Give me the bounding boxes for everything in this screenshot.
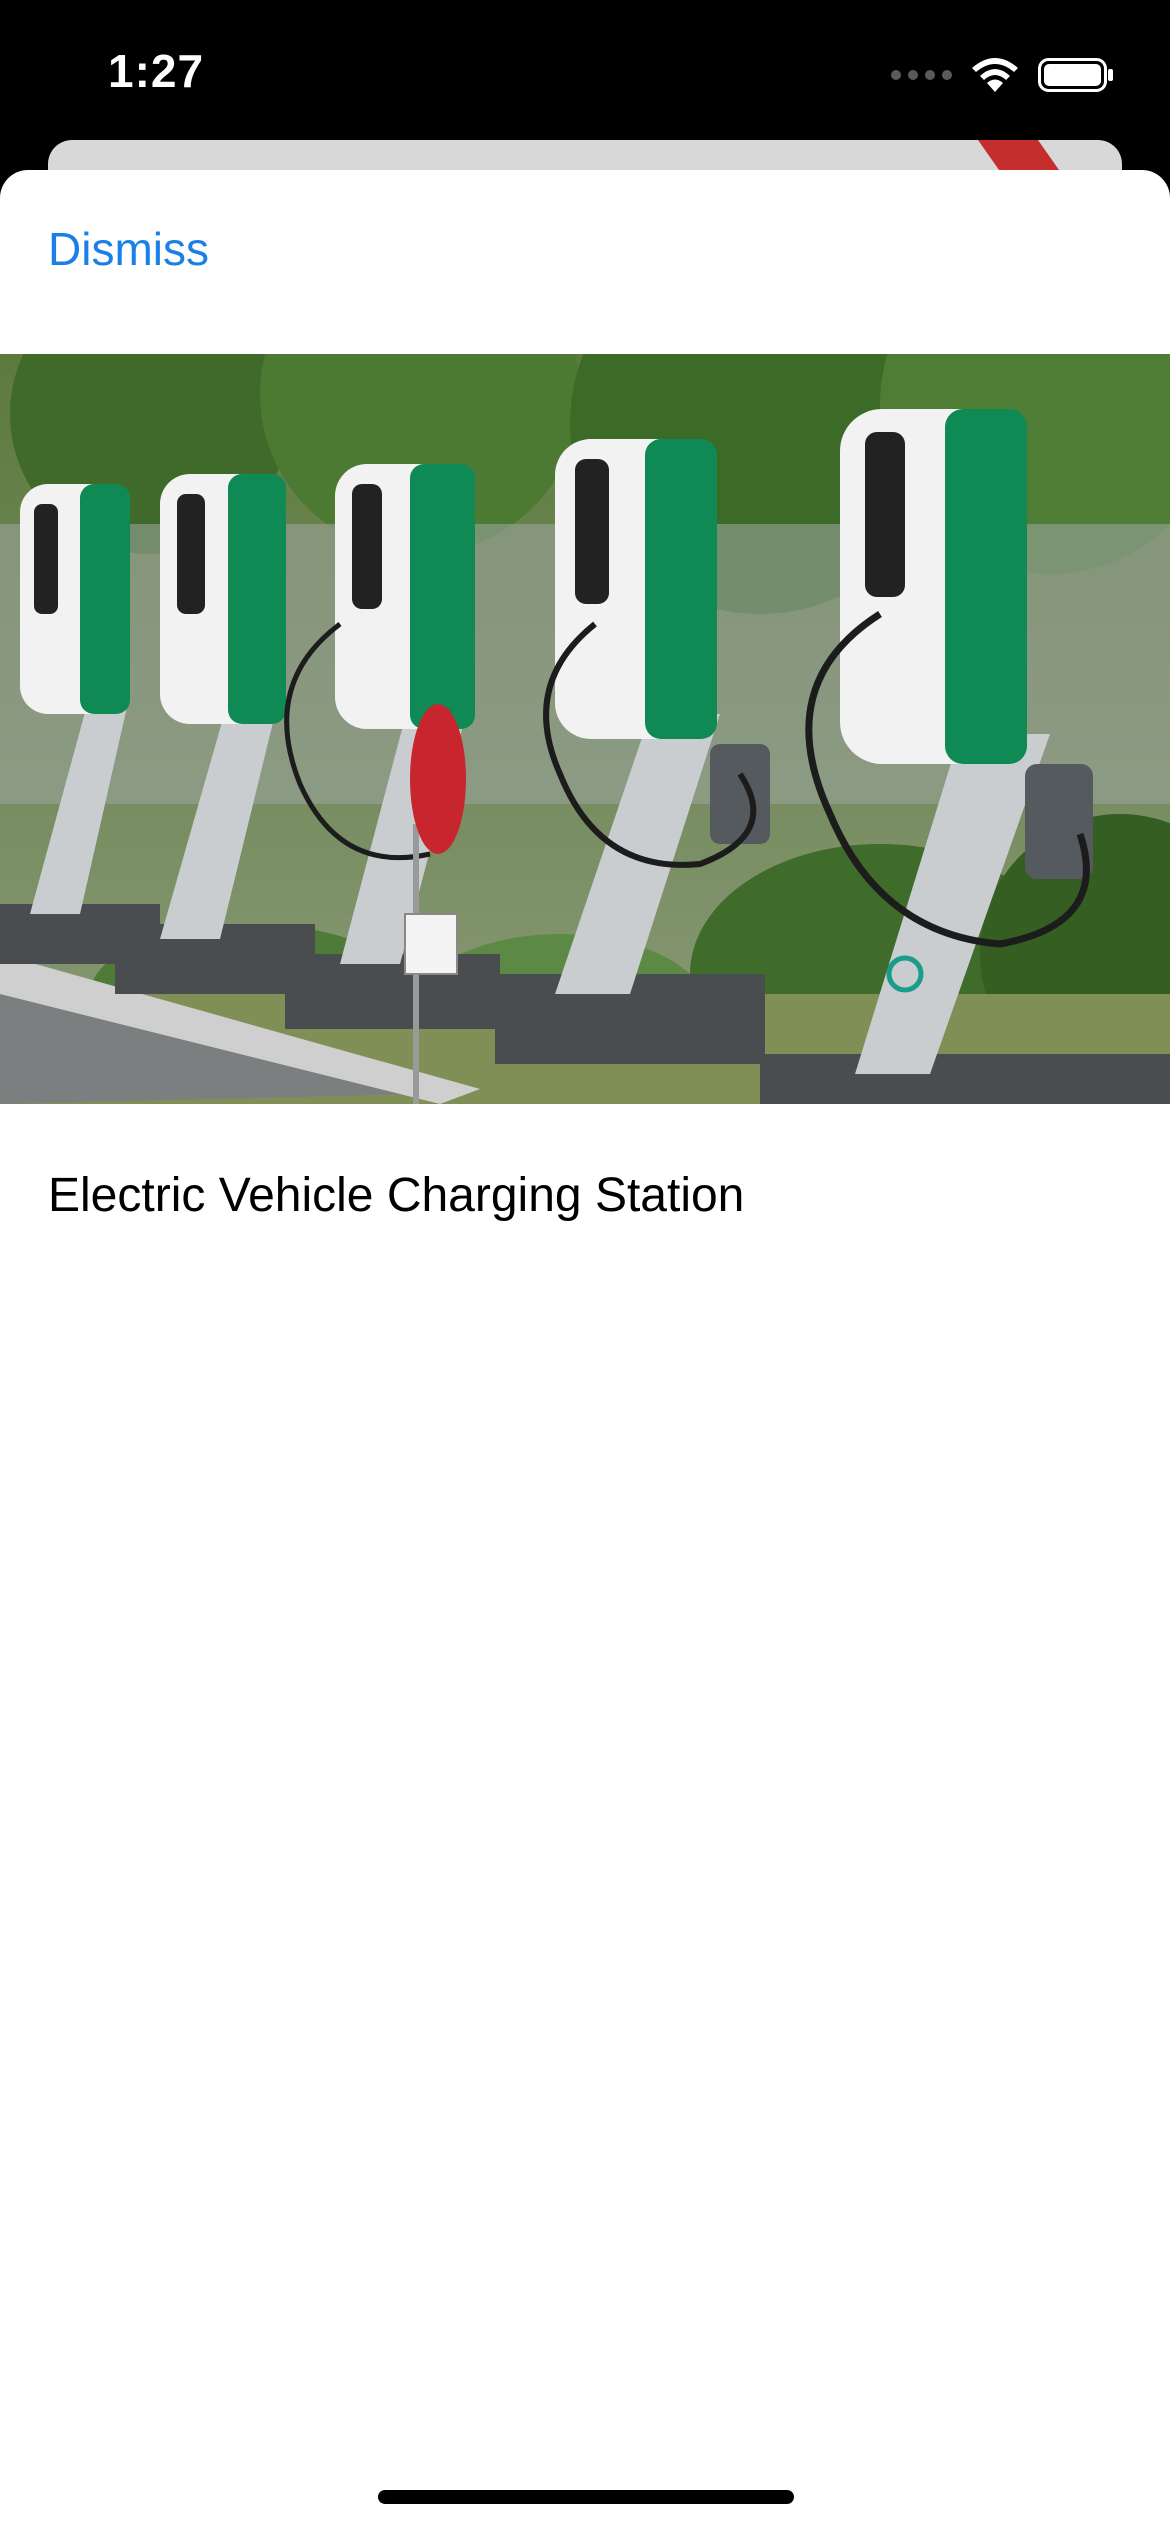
cellular-signal-icon bbox=[891, 70, 952, 80]
dismiss-button[interactable]: Dismiss bbox=[48, 222, 209, 276]
ev-charging-stations-photo bbox=[0, 354, 1170, 1104]
status-bar: 1:27 bbox=[0, 0, 1170, 150]
status-time: 1:27 bbox=[108, 45, 205, 97]
modal-sheet: Dismiss Electric Vehicle Charging Statio… bbox=[0, 170, 1170, 2532]
image-caption: Electric Vehicle Charging Station bbox=[48, 1169, 745, 1222]
hero-image bbox=[0, 354, 1170, 1104]
wifi-icon bbox=[972, 58, 1018, 92]
home-indicator[interactable] bbox=[378, 2490, 794, 2504]
battery-icon bbox=[1038, 58, 1113, 92]
app-screen: 1:27 Dismiss Electric Vehicle Charging S… bbox=[0, 0, 1170, 2532]
status-icons bbox=[891, 52, 1114, 98]
